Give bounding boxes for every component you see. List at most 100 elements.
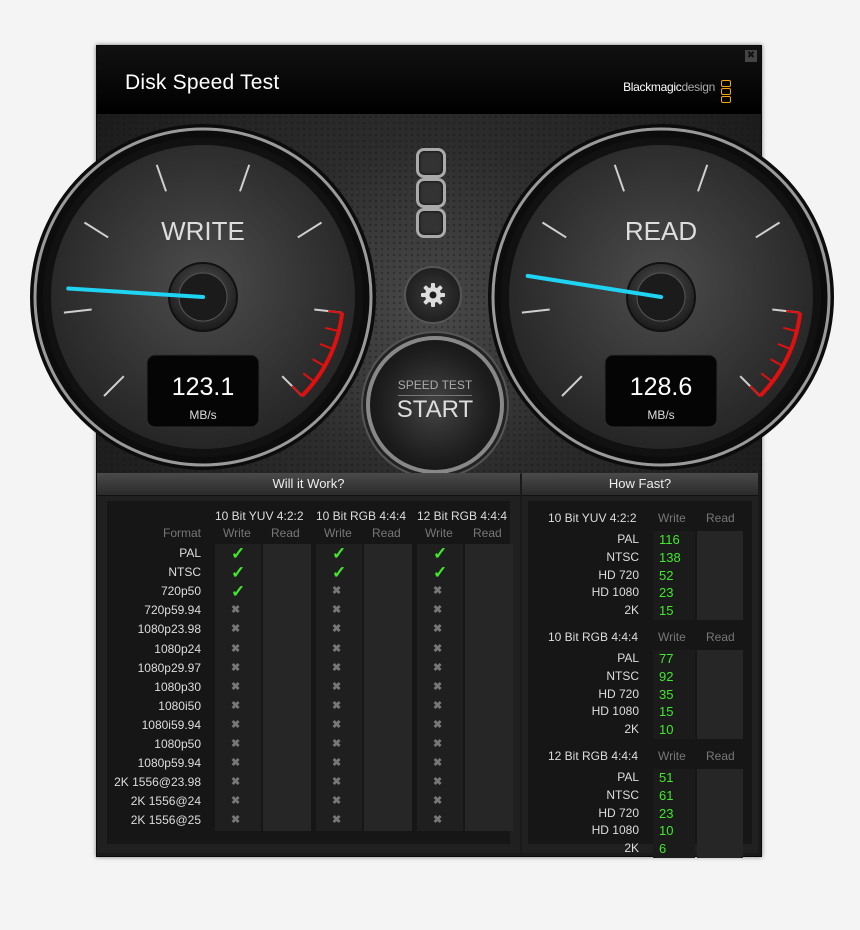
read-gauge: READ 128.6 MB/s bbox=[486, 122, 836, 472]
speed-read-column-bg bbox=[697, 650, 743, 739]
speed-read-column-bg bbox=[697, 769, 743, 858]
fps-value: 51 bbox=[659, 770, 674, 785]
cross-icon: ✖ bbox=[433, 699, 443, 712]
read-column-bg bbox=[364, 544, 412, 831]
cross-icon: ✖ bbox=[231, 757, 241, 770]
cross-icon: ✖ bbox=[332, 738, 342, 750]
cross-icon: ✖ bbox=[433, 623, 443, 636]
read-column-header: Read bbox=[372, 526, 401, 540]
cross-icon: ✖ bbox=[332, 776, 342, 789]
read-column-header: Read bbox=[271, 526, 300, 540]
fps-value: 77 bbox=[659, 651, 674, 666]
read-gauge-dial: READ 128.6 MB/s bbox=[488, 124, 834, 470]
cross-icon: ✖ bbox=[332, 718, 342, 731]
format-label: 1080p30 bbox=[154, 679, 201, 694]
brand-primary: Blackmagic bbox=[623, 80, 682, 94]
close-button[interactable]: ✖ bbox=[745, 50, 757, 62]
write-gauge-dial: WRITE 123.1 MB/s bbox=[30, 124, 376, 470]
check-icon: ✓ bbox=[433, 544, 448, 563]
gear-icon bbox=[421, 283, 445, 307]
check-icon: ✓ bbox=[231, 563, 246, 583]
will-it-work-panel: Will it Work? 10 Bit YUV 4:2:2 Write Read 1… bbox=[97, 473, 520, 853]
write-gauge: WRITE 123.1 MB/s bbox=[28, 122, 378, 472]
cross-icon: ✖ bbox=[433, 718, 443, 731]
brand-logo-text: Blackmagicdesign bbox=[623, 80, 715, 94]
check-icon: ✓ bbox=[332, 563, 347, 583]
start-button[interactable]: SPEED TEST START bbox=[366, 336, 504, 474]
window-title: Disk Speed Test bbox=[125, 71, 280, 94]
start-button-caption: SPEED TEST bbox=[397, 378, 473, 392]
fps-value: 10 bbox=[659, 823, 674, 839]
cross-icon: ✖ bbox=[433, 642, 443, 655]
format-label: 1080p59.94 bbox=[137, 756, 201, 771]
speed-read-header: Read bbox=[706, 749, 735, 763]
check-icon: ✓ bbox=[433, 563, 448, 583]
cross-icon: ✖ bbox=[433, 814, 443, 827]
resolution-label: PAL bbox=[617, 532, 639, 546]
write-column-header: Write bbox=[324, 526, 352, 540]
write-column-header: Write bbox=[425, 526, 453, 540]
cross-icon: ✖ bbox=[231, 623, 241, 636]
check-icon: ✓ bbox=[231, 544, 246, 563]
cross-icon: ✖ bbox=[332, 757, 342, 770]
format-label: 1080i50 bbox=[158, 698, 201, 713]
format-group-header: 10 Bit RGB 4:4:4 bbox=[316, 509, 407, 523]
resolution-label: NTSC bbox=[606, 668, 639, 683]
cross-icon: ✖ bbox=[433, 604, 443, 617]
read-column-bg bbox=[465, 544, 513, 831]
cross-icon: ✖ bbox=[433, 680, 443, 693]
fps-value: 92 bbox=[659, 668, 674, 684]
resolution-label: HD 720 bbox=[598, 805, 639, 820]
format-label: 1080p24 bbox=[154, 641, 201, 656]
format-column-header: Format bbox=[163, 526, 202, 540]
cross-icon: ✖ bbox=[332, 699, 342, 712]
speed-write-header: Write bbox=[658, 511, 686, 525]
resolution-label: NTSC bbox=[606, 787, 639, 802]
resolution-label: HD 720 bbox=[598, 686, 639, 701]
title-bar: Disk Speed Test Blackmagicdesign ✖ bbox=[97, 46, 761, 114]
status-indicator-2 bbox=[416, 178, 446, 208]
format-label: NTSC bbox=[168, 565, 201, 580]
format-label: 2K 1556@23.98 bbox=[114, 775, 201, 790]
read-speed-value: 128.6 bbox=[630, 373, 693, 401]
cross-icon: ✖ bbox=[332, 623, 342, 636]
cross-icon: ✖ bbox=[231, 718, 241, 731]
resolution-label: PAL bbox=[617, 770, 639, 784]
read-gauge-label: READ bbox=[625, 216, 697, 246]
speed-read-header: Read bbox=[706, 630, 735, 644]
write-speed-value: 123.1 bbox=[172, 373, 235, 401]
speed-read-header: Read bbox=[706, 511, 735, 525]
speed-group-header: 10 Bit RGB 4:4:4 bbox=[548, 630, 639, 644]
speed-group-header: 12 Bit RGB 4:4:4 bbox=[548, 749, 639, 763]
fps-value: 61 bbox=[659, 787, 674, 803]
read-speed-unit: MB/s bbox=[647, 408, 674, 422]
start-button-label: START bbox=[396, 396, 474, 423]
cross-icon: ✖ bbox=[332, 642, 342, 655]
brand-mark-icon bbox=[721, 80, 731, 103]
resolution-label: 2K bbox=[624, 722, 639, 737]
cross-icon: ✖ bbox=[332, 814, 342, 827]
read-column-bg bbox=[263, 544, 311, 831]
cross-icon: ✖ bbox=[231, 776, 241, 789]
fps-value: 15 bbox=[659, 704, 674, 720]
write-gauge-label: WRITE bbox=[161, 216, 245, 246]
format-label: 720p59.94 bbox=[144, 603, 201, 618]
fps-value: 35 bbox=[659, 686, 674, 702]
settings-button[interactable] bbox=[404, 266, 462, 324]
resolution-label: PAL bbox=[617, 651, 639, 665]
speed-group-header: 10 Bit YUV 4:2:2 bbox=[548, 511, 637, 525]
check-icon: ✓ bbox=[332, 544, 347, 563]
format-group-header: 10 Bit YUV 4:2:2 bbox=[215, 509, 304, 523]
format-group-header: 12 Bit RGB 4:4:4 bbox=[417, 509, 508, 523]
resolution-label: NTSC bbox=[606, 549, 639, 564]
check-icon: ✓ bbox=[231, 582, 246, 602]
brand-secondary: design bbox=[681, 80, 715, 94]
cross-icon: ✖ bbox=[231, 680, 241, 693]
cross-icon: ✖ bbox=[433, 585, 443, 598]
how-fast-header: How Fast? bbox=[522, 473, 758, 496]
will-it-work-header: Will it Work? bbox=[97, 473, 520, 496]
cross-icon: ✖ bbox=[231, 814, 241, 827]
resolution-label: HD 720 bbox=[598, 567, 639, 582]
cross-icon: ✖ bbox=[332, 604, 342, 617]
cross-icon: ✖ bbox=[332, 661, 342, 674]
